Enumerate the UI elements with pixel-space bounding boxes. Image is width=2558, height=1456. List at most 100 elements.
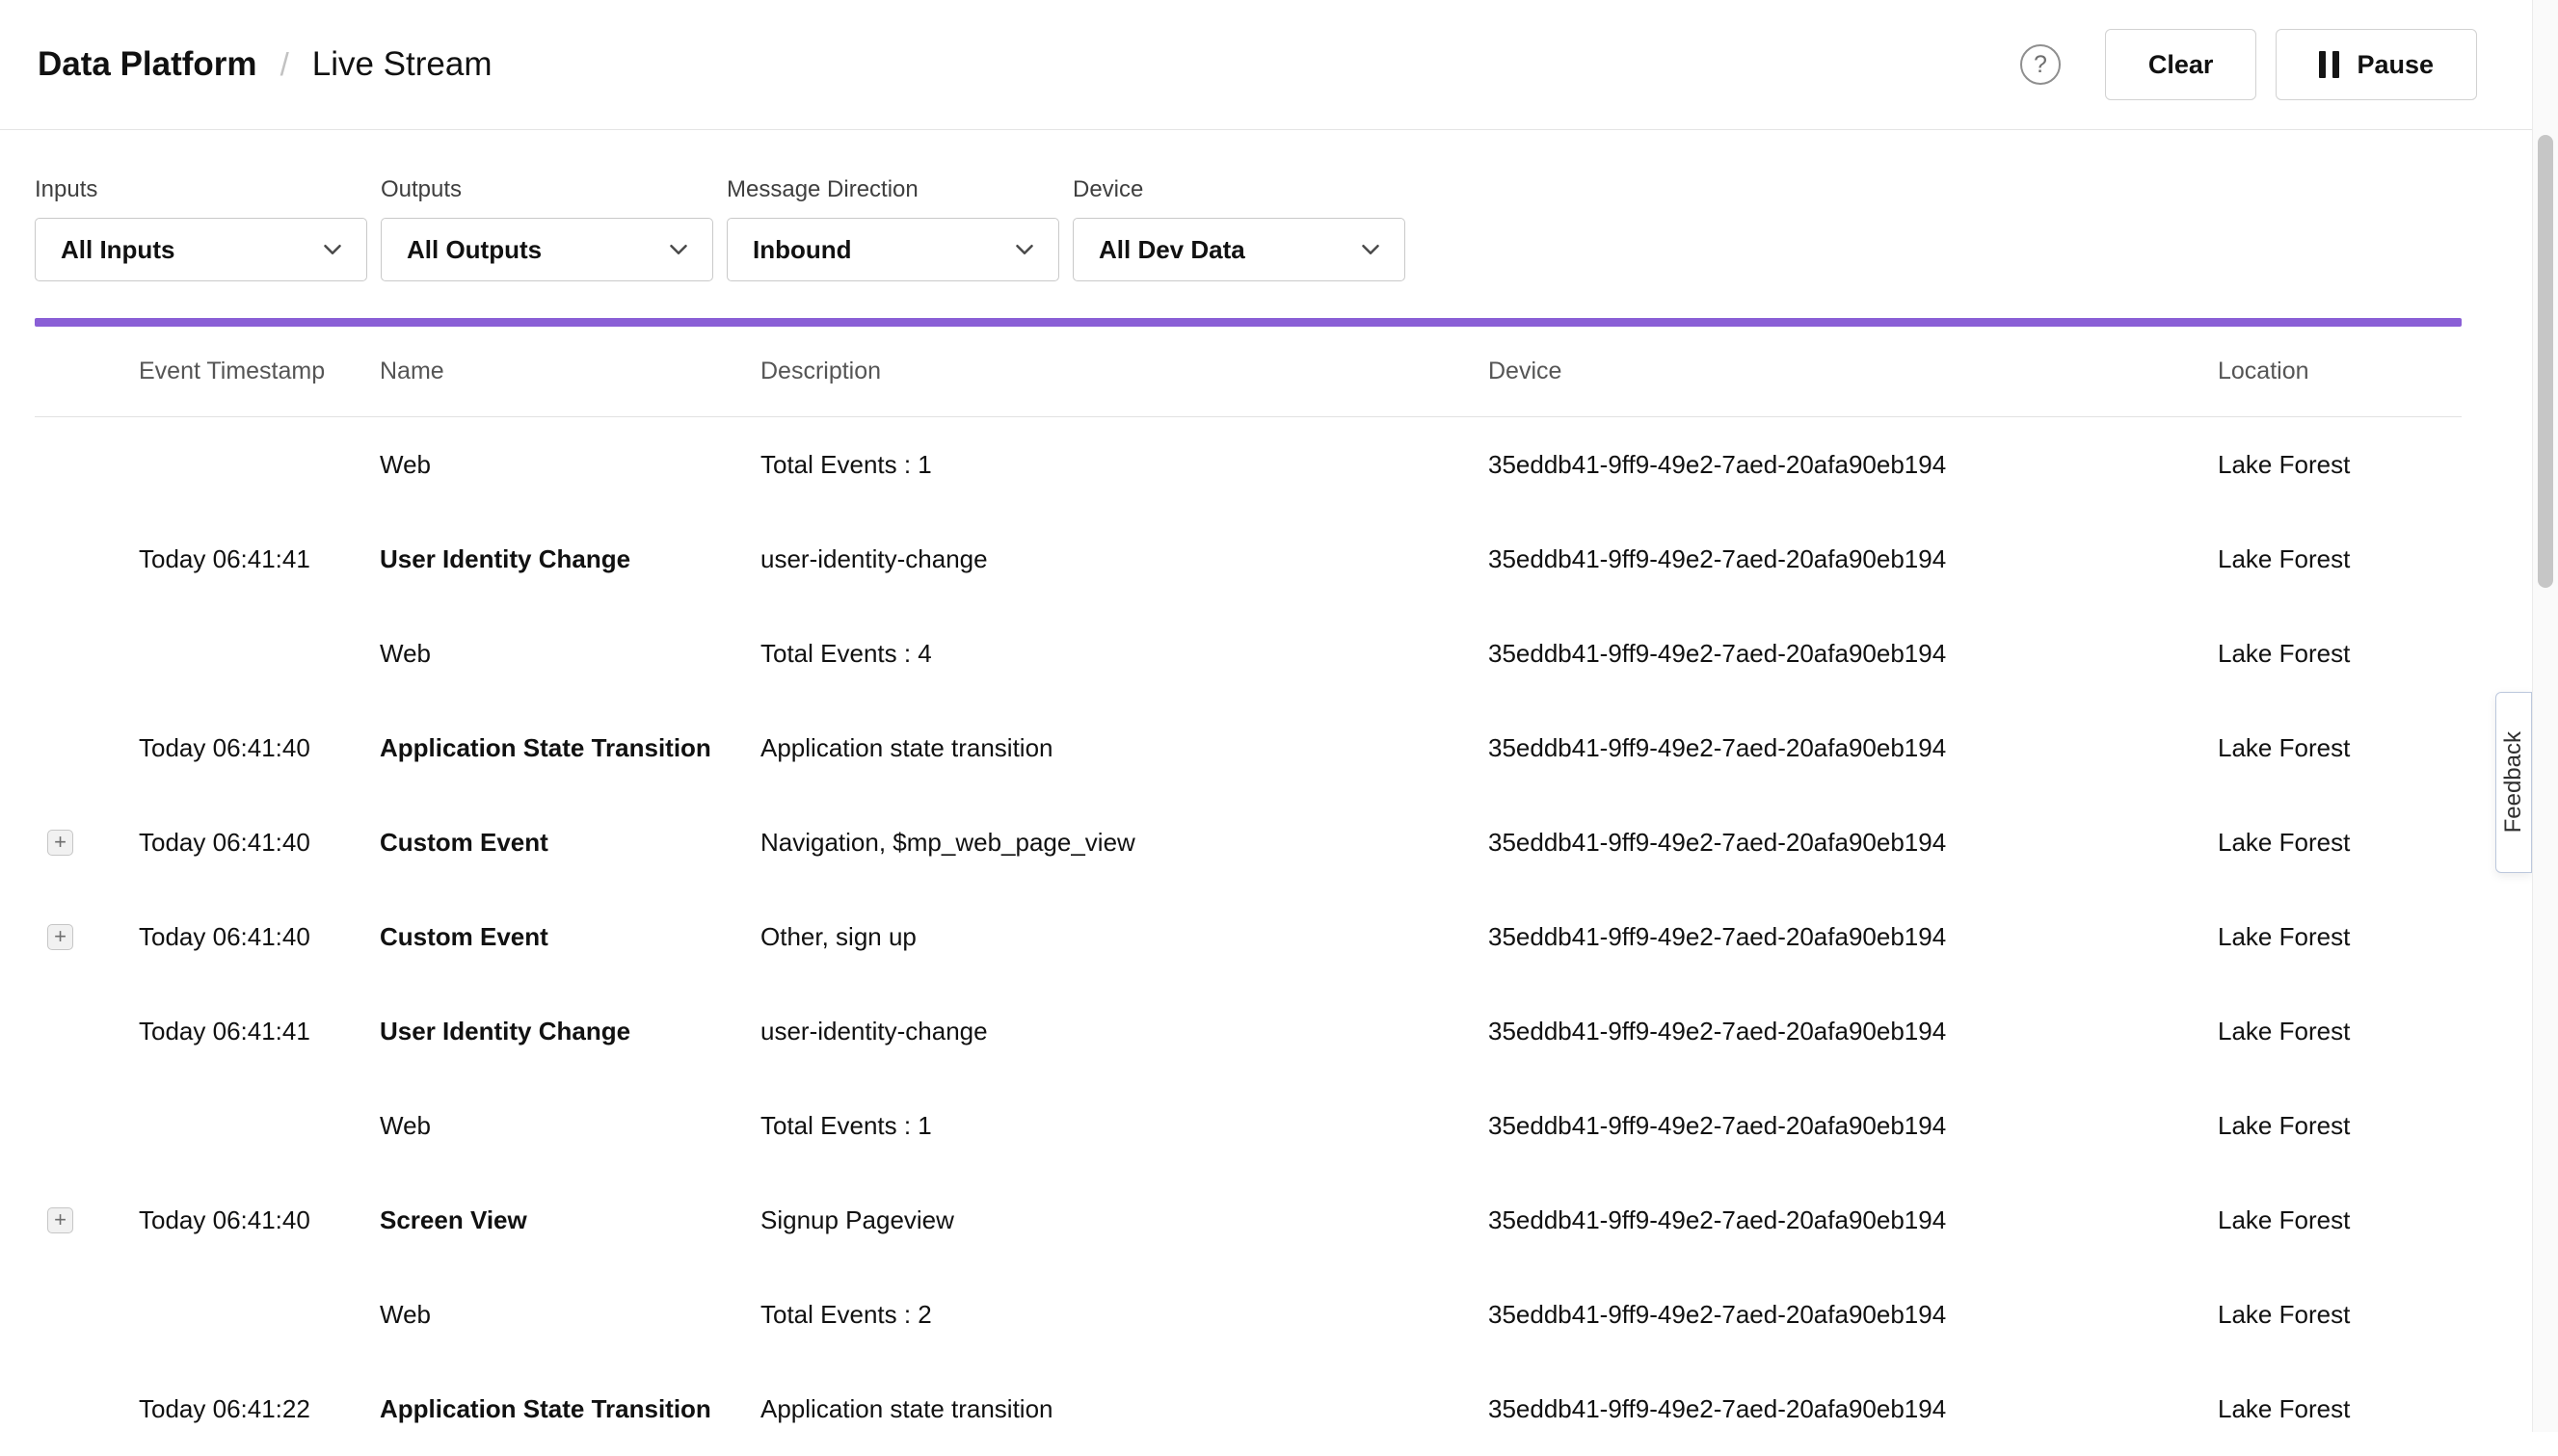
- expand-icon[interactable]: +: [47, 924, 73, 950]
- filter-device: Device All Dev Data: [1073, 176, 1405, 281]
- event-name: Screen View: [380, 1205, 760, 1235]
- pause-icon: [2319, 51, 2339, 78]
- event-device: 35eddb41-9ff9-49e2-7aed-20afa90eb194: [1488, 733, 2218, 763]
- expand-icon[interactable]: +: [47, 1207, 73, 1233]
- event-description: Other, sign up: [760, 922, 1488, 952]
- outputs-select-value: All Outputs: [407, 235, 542, 265]
- breadcrumb-app-title[interactable]: Data Platform: [38, 45, 257, 84]
- filter-inputs-label: Inputs: [35, 176, 367, 203]
- clear-button[interactable]: Clear: [2105, 29, 2257, 100]
- message-direction-select-value: Inbound: [753, 235, 852, 265]
- pause-button[interactable]: Pause: [2276, 29, 2477, 100]
- event-device: 35eddb41-9ff9-49e2-7aed-20afa90eb194: [1488, 450, 2218, 480]
- event-name: Web: [380, 450, 760, 480]
- filter-message-direction: Message Direction Inbound: [727, 176, 1059, 281]
- event-location: Lake Forest: [2218, 544, 2462, 574]
- scrollbar-thumb[interactable]: [2538, 135, 2553, 588]
- chevron-down-icon: [664, 235, 693, 264]
- event-timestamp: Today 06:41:40: [139, 1205, 380, 1235]
- event-device: 35eddb41-9ff9-49e2-7aed-20afa90eb194: [1488, 922, 2218, 952]
- event-name: Web: [380, 1111, 760, 1141]
- help-icon[interactable]: ?: [2020, 44, 2061, 85]
- event-description: Application state transition: [760, 733, 1488, 763]
- table-row[interactable]: + Today 06:41:41 User Identity Change us…: [35, 512, 2462, 606]
- table-row[interactable]: + Web Total Events : 1 35eddb41-9ff9-49e…: [35, 1078, 2462, 1173]
- expand-icon[interactable]: +: [47, 830, 73, 856]
- pause-button-label: Pause: [2357, 50, 2434, 80]
- event-name: Custom Event: [380, 828, 760, 858]
- event-name: Web: [380, 639, 760, 669]
- accent-divider: [35, 318, 2462, 327]
- table-row[interactable]: + Today 06:41:40 Application State Trans…: [35, 701, 2462, 795]
- event-description: user-identity-change: [760, 544, 1488, 574]
- feedback-tab-label: Feedback: [2500, 731, 2527, 833]
- event-location: Lake Forest: [2218, 828, 2462, 858]
- event-rows: + Web Total Events : 1 35eddb41-9ff9-49e…: [35, 417, 2462, 1456]
- header-actions: ? Clear Pause: [2020, 29, 2477, 100]
- event-device: 35eddb41-9ff9-49e2-7aed-20afa90eb194: [1488, 828, 2218, 858]
- event-location: Lake Forest: [2218, 1111, 2462, 1141]
- event-device: 35eddb41-9ff9-49e2-7aed-20afa90eb194: [1488, 1300, 2218, 1330]
- column-name: Name: [380, 357, 760, 385]
- filter-message-direction-label: Message Direction: [727, 176, 1059, 203]
- column-description: Description: [760, 357, 1488, 385]
- event-location: Lake Forest: [2218, 450, 2462, 480]
- filter-bar: Inputs All Inputs Outputs All Outputs Me…: [0, 130, 2558, 281]
- event-device: 35eddb41-9ff9-49e2-7aed-20afa90eb194: [1488, 1394, 2218, 1424]
- event-location: Lake Forest: [2218, 1205, 2462, 1235]
- event-description: Total Events : 2: [760, 1300, 1488, 1330]
- table-row[interactable]: + Today 06:41:40 Custom Event Other, sig…: [35, 889, 2462, 984]
- column-event-timestamp: Event Timestamp: [139, 357, 380, 385]
- event-device: 35eddb41-9ff9-49e2-7aed-20afa90eb194: [1488, 544, 2218, 574]
- event-name: Application State Transition: [380, 1394, 760, 1424]
- event-name: Web: [380, 1300, 760, 1330]
- event-location: Lake Forest: [2218, 639, 2462, 669]
- event-device: 35eddb41-9ff9-49e2-7aed-20afa90eb194: [1488, 1017, 2218, 1046]
- table-row[interactable]: + Today 06:41:40 Custom Event Navigation…: [35, 795, 2462, 889]
- outputs-select[interactable]: All Outputs: [381, 218, 713, 281]
- table-row[interactable]: + Web Total Events : 4 35eddb41-9ff9-49e…: [35, 606, 2462, 701]
- chevron-down-icon: [318, 235, 347, 264]
- device-select-value: All Dev Data: [1099, 235, 1245, 265]
- event-name: User Identity Change: [380, 1017, 760, 1046]
- table-row[interactable]: + Web Total Events : 2 35eddb41-9ff9-49e…: [35, 1267, 2462, 1362]
- event-device: 35eddb41-9ff9-49e2-7aed-20afa90eb194: [1488, 1111, 2218, 1141]
- table-row[interactable]: + Web Total Events : 1 35eddb41-9ff9-49e…: [35, 417, 2462, 512]
- event-location: Lake Forest: [2218, 922, 2462, 952]
- inputs-select[interactable]: All Inputs: [35, 218, 367, 281]
- message-direction-select[interactable]: Inbound: [727, 218, 1059, 281]
- event-description: Total Events : 1: [760, 450, 1488, 480]
- breadcrumb-separator: /: [280, 46, 289, 83]
- feedback-tab[interactable]: Feedback: [2495, 692, 2532, 873]
- chevron-down-icon: [1356, 235, 1385, 264]
- filter-outputs: Outputs All Outputs: [381, 176, 713, 281]
- chevron-down-icon: [1010, 235, 1039, 264]
- event-name: User Identity Change: [380, 544, 760, 574]
- top-bar: Data Platform / Live Stream ? Clear Paus…: [0, 0, 2558, 130]
- event-timestamp: Today 06:41:40: [139, 733, 380, 763]
- device-select[interactable]: All Dev Data: [1073, 218, 1405, 281]
- event-timestamp: Today 06:41:41: [139, 544, 380, 574]
- event-description: user-identity-change: [760, 1017, 1488, 1046]
- event-name: Application State Transition: [380, 733, 760, 763]
- help-glyph: ?: [2034, 51, 2047, 79]
- event-name: Custom Event: [380, 922, 760, 952]
- event-device: 35eddb41-9ff9-49e2-7aed-20afa90eb194: [1488, 1205, 2218, 1235]
- events-table: Event Timestamp Name Description Device …: [35, 327, 2462, 1456]
- breadcrumb: Data Platform / Live Stream: [38, 45, 492, 84]
- event-timestamp: Today 06:41:40: [139, 828, 380, 858]
- event-description: Total Events : 4: [760, 639, 1488, 669]
- table-row[interactable]: + Today 06:41:41 User Identity Change us…: [35, 984, 2462, 1078]
- event-location: Lake Forest: [2218, 1300, 2462, 1330]
- filter-outputs-label: Outputs: [381, 176, 713, 203]
- table-row[interactable]: + Today 06:41:22 Application State Trans…: [35, 1362, 2462, 1456]
- table-row[interactable]: + Today 06:41:40 Screen View Signup Page…: [35, 1173, 2462, 1267]
- event-description: Signup Pageview: [760, 1205, 1488, 1235]
- inputs-select-value: All Inputs: [61, 235, 174, 265]
- event-description: Navigation, $mp_web_page_view: [760, 828, 1488, 858]
- filter-device-label: Device: [1073, 176, 1405, 203]
- event-description: Total Events : 1: [760, 1111, 1488, 1141]
- event-description: Application state transition: [760, 1394, 1488, 1424]
- event-device: 35eddb41-9ff9-49e2-7aed-20afa90eb194: [1488, 639, 2218, 669]
- event-location: Lake Forest: [2218, 733, 2462, 763]
